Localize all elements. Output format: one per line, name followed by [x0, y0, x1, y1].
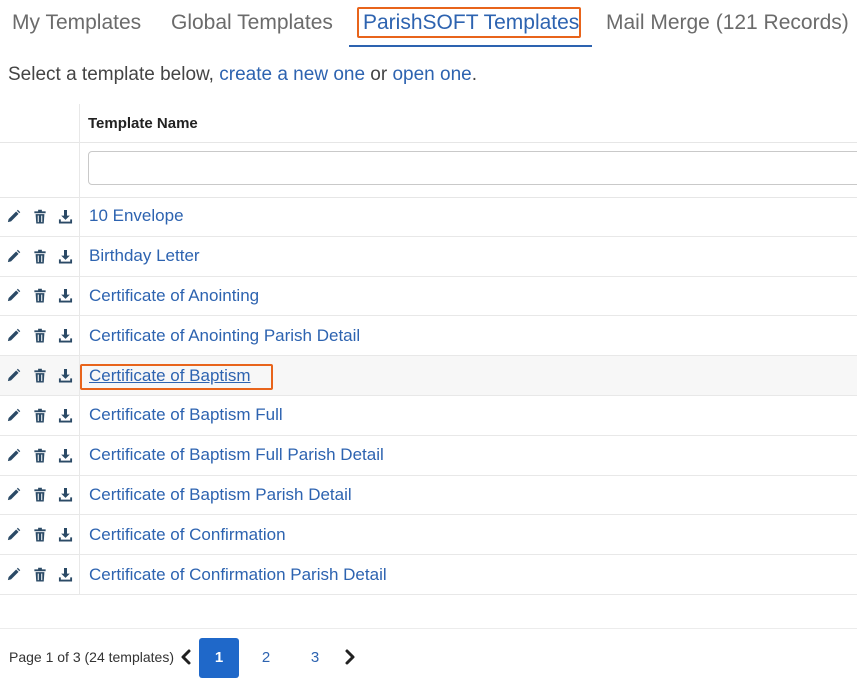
template-name-link[interactable]: Certificate of Baptism Full Parish Detai…: [89, 445, 384, 465]
download-icon[interactable]: [57, 327, 74, 344]
template-name-link[interactable]: Certificate of Confirmation Parish Detai…: [89, 565, 387, 585]
pager-summary: Page 1 of 3 (24 templates): [9, 649, 174, 665]
tab-parishsoft-templates[interactable]: ParishSOFT Templates: [363, 8, 579, 38]
intro-prefix: Select a template below,: [8, 64, 220, 85]
action-column-divider: [79, 104, 80, 595]
trash-icon[interactable]: [31, 287, 48, 304]
row-actions: [5, 555, 74, 594]
template-rows: 10 Envelope Birthday Letter Certificate of…: [0, 197, 857, 595]
pencil-icon[interactable]: [5, 248, 22, 265]
table-row: Birthday Letter: [0, 237, 857, 277]
table-header: Template Name: [0, 104, 857, 143]
download-icon[interactable]: [57, 407, 74, 424]
table-row: Certificate of Anointing: [0, 277, 857, 317]
row-actions: [5, 356, 74, 395]
pencil-icon[interactable]: [5, 447, 22, 464]
template-name-link[interactable]: Birthday Letter: [89, 246, 200, 266]
tab-mail-merge[interactable]: Mail Merge (121 Records): [606, 8, 849, 38]
template-name-link[interactable]: Certificate of Baptism Full: [89, 405, 283, 425]
table-row: Certificate of Baptism Parish Detail: [0, 476, 857, 516]
next-page-chevron-icon[interactable]: [342, 648, 358, 666]
trash-icon[interactable]: [31, 447, 48, 464]
row-actions: [5, 237, 74, 276]
table-row: Certificate of Confirmation Parish Detai…: [0, 555, 857, 595]
template-tabs: My Templates Global Templates ParishSOFT…: [0, 0, 857, 48]
pencil-icon[interactable]: [5, 367, 22, 384]
intro-middle: or: [365, 64, 393, 85]
page-button-1[interactable]: 1: [199, 638, 239, 678]
template-name-link[interactable]: Certificate of Baptism: [89, 366, 251, 386]
template-name-filter-input[interactable]: [88, 151, 857, 185]
pager-divider: [0, 628, 857, 629]
row-actions: [5, 277, 74, 316]
template-name-link[interactable]: 10 Envelope: [89, 206, 184, 226]
row-actions: [5, 476, 74, 515]
intro-suffix: .: [471, 64, 477, 85]
pencil-icon[interactable]: [5, 208, 22, 225]
trash-icon[interactable]: [31, 327, 48, 344]
pencil-icon[interactable]: [5, 526, 22, 543]
row-actions: [5, 197, 74, 236]
pencil-icon[interactable]: [5, 486, 22, 503]
row-actions: [5, 316, 74, 355]
download-icon[interactable]: [57, 566, 74, 583]
create-new-link[interactable]: create a new one: [219, 64, 365, 85]
template-name-link[interactable]: Certificate of Anointing: [89, 286, 259, 306]
pencil-icon[interactable]: [5, 287, 22, 304]
table-row: Certificate of Baptism Full: [0, 396, 857, 436]
trash-icon[interactable]: [31, 526, 48, 543]
row-actions: [5, 515, 74, 554]
prev-page-chevron-icon[interactable]: [178, 648, 194, 666]
template-name-link[interactable]: Certificate of Anointing Parish Detail: [89, 326, 360, 346]
pencil-icon[interactable]: [5, 327, 22, 344]
download-icon[interactable]: [57, 526, 74, 543]
page-button-3[interactable]: 3: [295, 638, 335, 678]
table-row: Certificate of Confirmation: [0, 515, 857, 556]
download-icon[interactable]: [57, 287, 74, 304]
pencil-icon[interactable]: [5, 566, 22, 583]
column-header-template-name[interactable]: Template Name: [88, 115, 198, 132]
template-name-link[interactable]: Certificate of Confirmation: [89, 525, 286, 545]
pencil-icon[interactable]: [5, 407, 22, 424]
active-tab-underline: [349, 45, 592, 47]
download-icon[interactable]: [57, 248, 74, 265]
download-icon[interactable]: [57, 486, 74, 503]
row-actions: [5, 396, 74, 435]
download-icon[interactable]: [57, 367, 74, 384]
trash-icon[interactable]: [31, 407, 48, 424]
tab-global-templates[interactable]: Global Templates: [171, 8, 333, 38]
template-name-link[interactable]: Certificate of Baptism Parish Detail: [89, 485, 352, 505]
download-icon[interactable]: [57, 447, 74, 464]
page-button-2[interactable]: 2: [246, 638, 286, 678]
download-icon[interactable]: [57, 208, 74, 225]
open-one-link[interactable]: open one: [392, 64, 471, 85]
table-row: Certificate of Baptism Full Parish Detai…: [0, 436, 857, 476]
trash-icon[interactable]: [31, 367, 48, 384]
table-row: 10 Envelope: [0, 197, 857, 237]
tab-my-templates[interactable]: My Templates: [12, 8, 141, 38]
table-row: Certificate of Baptism: [0, 356, 857, 396]
row-actions: [5, 436, 74, 475]
trash-icon[interactable]: [31, 566, 48, 583]
trash-icon[interactable]: [31, 208, 48, 225]
trash-icon[interactable]: [31, 486, 48, 503]
trash-icon[interactable]: [31, 248, 48, 265]
intro-text: Select a template below, create a new on…: [8, 64, 477, 86]
filter-row: [0, 143, 857, 198]
table-row: Certificate of Anointing Parish Detail: [0, 316, 857, 357]
